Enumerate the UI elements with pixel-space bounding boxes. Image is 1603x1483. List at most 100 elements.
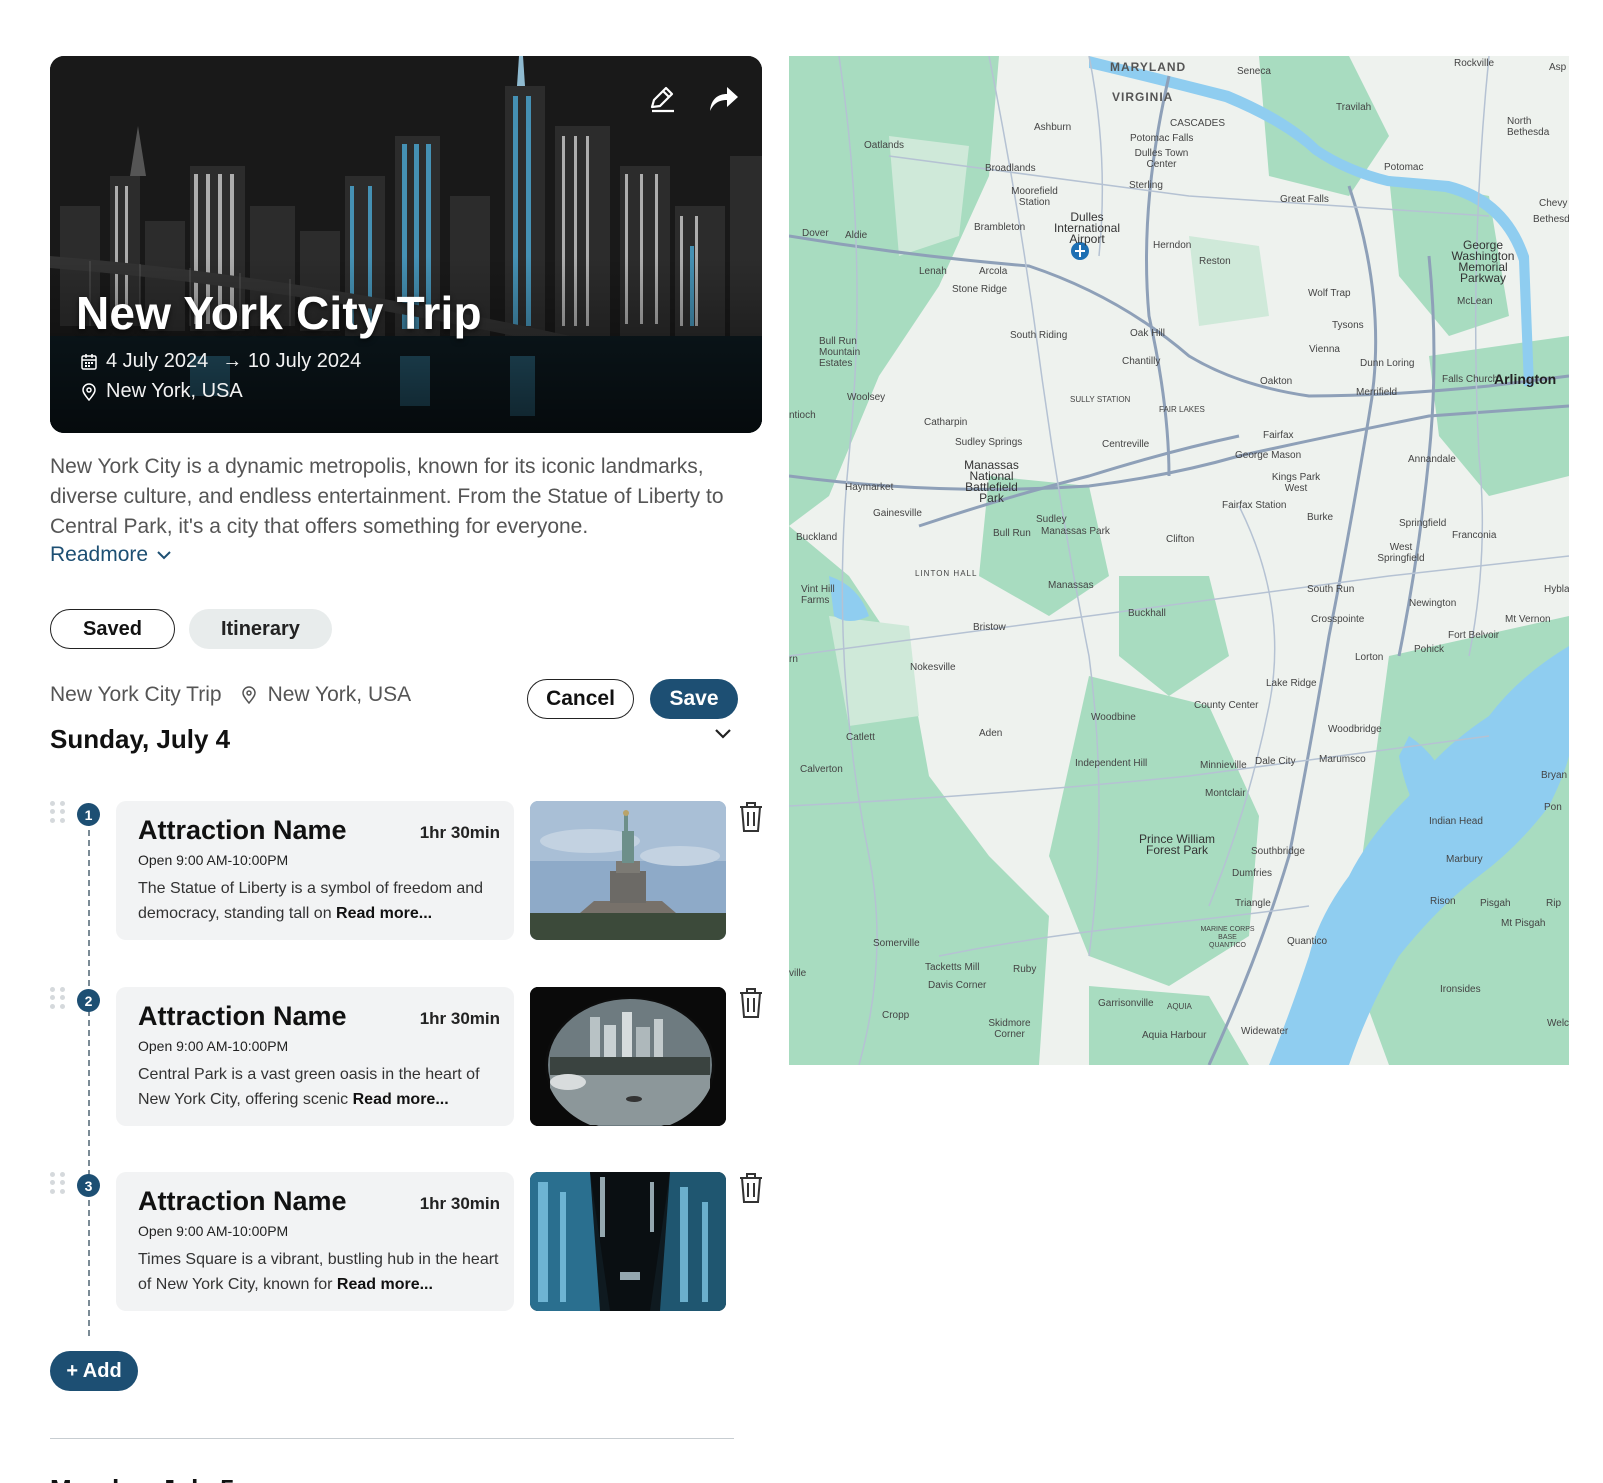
map-canvas[interactable]: [789, 56, 1569, 1065]
delete-item-button[interactable]: [738, 987, 764, 1024]
delete-item-button[interactable]: [738, 801, 764, 838]
map-label: Rip: [1546, 898, 1562, 909]
map-label: George Mason: [1235, 450, 1302, 461]
map-label: Lorton: [1355, 652, 1384, 663]
map-label: Manassas: [1048, 580, 1094, 591]
map-label: Seneca: [1237, 66, 1271, 77]
map-label: Centreville: [1102, 439, 1150, 450]
itinerary-breadcrumb: New York City Trip New York, USA: [50, 683, 411, 707]
trip-dates: 4 July 2024 → 10 July 2024: [80, 350, 361, 373]
map-label: Fairfax Station: [1222, 500, 1287, 511]
itinerary-item: 2 Attraction Name 1hr 30min Open 9:00 AM…: [50, 987, 762, 1127]
drag-handle-icon[interactable]: [50, 1172, 65, 1194]
chevron-down-icon: [715, 729, 731, 739]
map-label: Bethesda: [1533, 214, 1569, 225]
map-label: Haymarket: [845, 482, 894, 493]
map-label: Mt Pisgah: [1501, 918, 1546, 929]
day-title: Sunday, July 4: [50, 724, 231, 754]
save-button[interactable]: Save: [650, 679, 738, 719]
map-label: Travilah: [1336, 102, 1372, 113]
share-trip-button[interactable]: [706, 80, 742, 116]
drag-handle-icon[interactable]: [50, 987, 65, 1009]
map-label: Montclair: [1205, 788, 1246, 799]
trip-map[interactable]: MARYLAND VIRGINIA Seneca Rockville Travi…: [789, 56, 1569, 1065]
map-label: SULLY STATION: [1070, 395, 1131, 404]
map-label: Aldie: [845, 230, 868, 241]
add-attraction-button[interactable]: + Add: [50, 1351, 138, 1391]
map-label: Vienna: [1309, 344, 1340, 355]
cancel-button[interactable]: Cancel: [527, 679, 634, 719]
attraction-hours: Open 9:00 AM-10:00PM: [138, 1038, 289, 1054]
location-pin-icon: [82, 382, 96, 401]
map-label: Calverton: [800, 764, 843, 775]
read-more-link[interactable]: Read more...: [353, 1091, 449, 1108]
trash-icon: [740, 802, 762, 832]
readmore-link[interactable]: Readmore: [50, 543, 172, 567]
map-label: MARINE CORPS BASE QUANTICO: [1200, 926, 1255, 949]
map-label: Crosspointe: [1311, 614, 1365, 625]
map-label: Asp: [1549, 62, 1567, 73]
times-square-image: [530, 1172, 726, 1311]
map-label: Dunn Loring: [1360, 358, 1415, 369]
map-label: Hybla V: [1544, 584, 1569, 595]
map-label: ntioch: [789, 410, 816, 421]
item-number-badge: 3: [77, 1174, 100, 1197]
map-label: Oakton: [1260, 376, 1293, 387]
attraction-card[interactable]: Attraction Name 1hr 30min Open 9:00 AM-1…: [116, 801, 514, 940]
trip-start-date: 4 July 2024: [106, 350, 209, 372]
tab-itinerary[interactable]: Itinerary: [188, 609, 332, 649]
attraction-summary: Central Park is a vast green oasis in th…: [138, 1062, 500, 1112]
map-label: Clifton: [1166, 534, 1195, 545]
read-more-link[interactable]: Read more...: [336, 905, 432, 922]
map-label: rn: [789, 654, 798, 665]
drag-handle-icon[interactable]: [50, 801, 65, 823]
map-label: Triangle: [1235, 898, 1271, 909]
map-label: Garrisonville: [1098, 998, 1154, 1009]
map-label: Tacketts Mill: [925, 962, 980, 973]
itinerary-item: 3 Attraction Name 1hr 30min Open 9:00 AM…: [50, 1172, 762, 1312]
attraction-image: [530, 1172, 726, 1311]
map-label: Aden: [979, 728, 1003, 739]
map-label: FAIR LAKES: [1159, 405, 1205, 414]
breadcrumb-location-text: New York, USA: [267, 683, 412, 706]
map-label: Potomac: [1384, 162, 1424, 173]
map-label: Moorefield Station: [1011, 186, 1058, 208]
attraction-summary-text: Times Square is a vibrant, bustling hub …: [138, 1251, 499, 1293]
map-label: AQUIA: [1167, 1002, 1192, 1011]
read-more-link[interactable]: Read more...: [337, 1276, 433, 1293]
map-label: Potomac Falls: [1130, 133, 1194, 144]
attraction-card[interactable]: Attraction Name 1hr 30min Open 9:00 AM-1…: [116, 1172, 514, 1311]
delete-item-button[interactable]: [738, 1172, 764, 1209]
map-label: George Washington Memorial Parkway: [1451, 238, 1515, 285]
map-label: Burke: [1307, 512, 1334, 523]
edit-trip-button[interactable]: [644, 80, 680, 116]
tab-saved[interactable]: Saved: [50, 609, 175, 649]
map-label: Franconia: [1452, 530, 1497, 541]
map-label: Woolsey: [847, 392, 886, 403]
map-label: Aquia Harbour: [1142, 1030, 1207, 1041]
map-label: Rockville: [1454, 58, 1495, 69]
map-label: Tysons: [1332, 320, 1364, 331]
attraction-card[interactable]: Attraction Name 1hr 30min Open 9:00 AM-1…: [116, 987, 514, 1126]
attraction-summary: The Statue of Liberty is a symbol of fre…: [138, 876, 500, 926]
map-label: Southbridge: [1251, 846, 1305, 857]
map-label: Lenah: [919, 266, 947, 277]
map-label: Ashburn: [1034, 122, 1072, 133]
map-label: Catlett: [846, 732, 875, 743]
map-label: Woodbridge: [1328, 724, 1382, 735]
map-label: Wolf Trap: [1308, 288, 1351, 299]
attraction-image: [530, 987, 726, 1126]
map-label: Annandale: [1408, 454, 1456, 465]
day-collapse-toggle[interactable]: [714, 727, 732, 745]
map-label: Arcola: [979, 266, 1008, 277]
map-label: Manassas Park: [1041, 526, 1110, 537]
map-label: South Run: [1307, 584, 1355, 595]
map-label: Arlington: [1494, 371, 1557, 387]
map-label: South Riding: [1010, 330, 1068, 341]
map-label: Rison: [1430, 896, 1456, 907]
chevron-down-icon: [157, 551, 171, 560]
map-label: Sudley: [1036, 514, 1067, 525]
trash-icon: [740, 1173, 762, 1203]
attraction-summary: Times Square is a vibrant, bustling hub …: [138, 1247, 500, 1297]
trip-tabs: Saved Itinerary: [50, 609, 332, 649]
